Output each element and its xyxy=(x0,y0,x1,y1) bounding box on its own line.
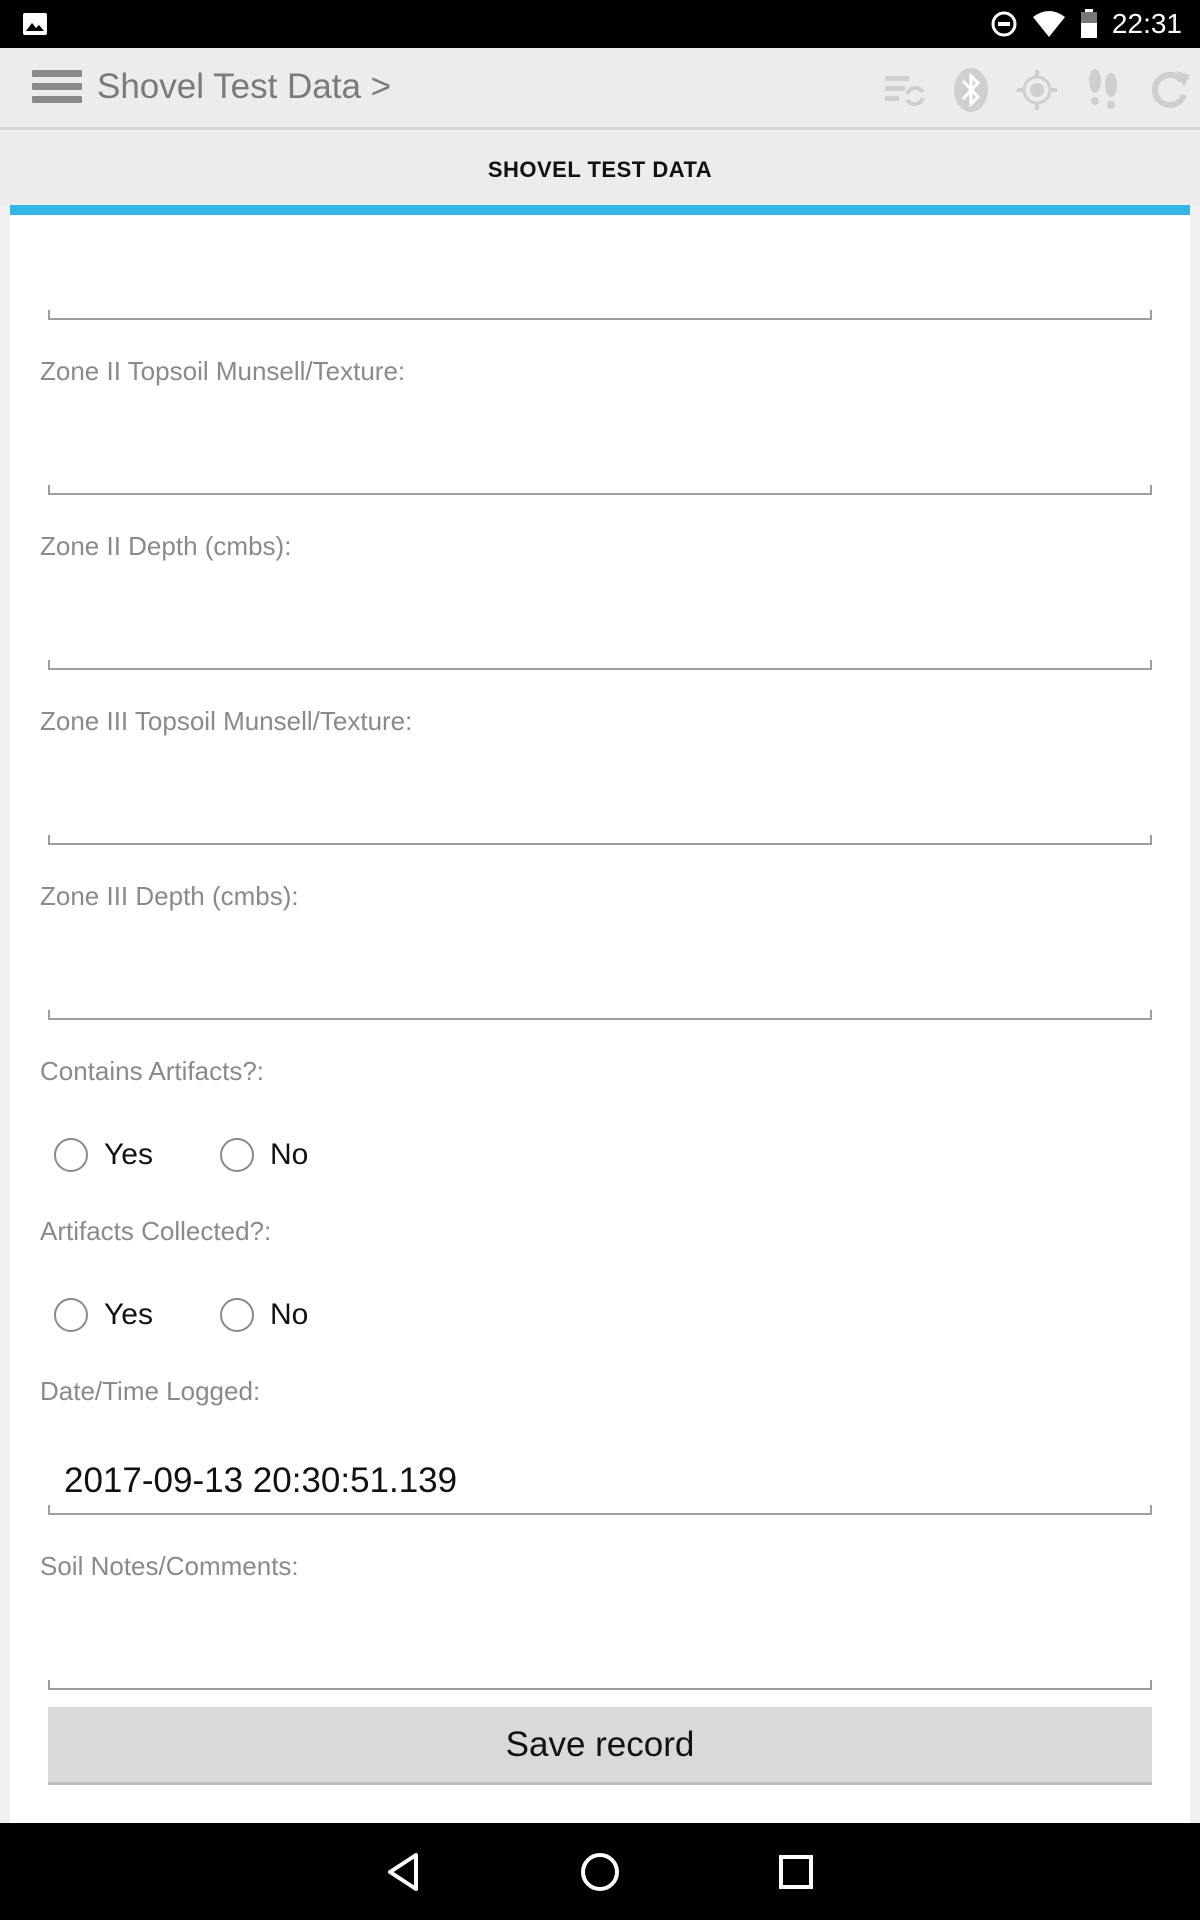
picture-icon xyxy=(23,13,47,35)
datetime-logged-label: Date/Time Logged: xyxy=(40,1376,261,1406)
navigation-bar xyxy=(0,1823,1200,1920)
status-time: 22:31 xyxy=(1111,8,1182,39)
top-field-input[interactable] xyxy=(48,310,1152,320)
sync-list-icon[interactable] xyxy=(882,67,928,113)
wifi-icon xyxy=(1032,11,1065,37)
contains-artifacts-no-label[interactable]: No xyxy=(270,1138,308,1172)
app-bar: Shovel Test Data > xyxy=(0,48,1200,130)
form-content: Zone II Topsoil Munsell/Texture: Zone II… xyxy=(10,215,1190,1823)
app-title[interactable]: Shovel Test Data > xyxy=(97,67,391,107)
zone3-depth-label: Zone III Depth (cmbs): xyxy=(40,881,299,911)
zone2-depth-input[interactable] xyxy=(48,660,1152,670)
datetime-logged-value: 2017-09-13 20:30:51.139 xyxy=(64,1461,458,1500)
tab-indicator xyxy=(10,205,1190,215)
zone2-topsoil-label: Zone II Topsoil Munsell/Texture: xyxy=(40,356,406,386)
artifacts-collected-no-radio[interactable] xyxy=(220,1298,254,1332)
zone2-topsoil-input[interactable] xyxy=(48,485,1152,495)
status-bar: 22:31 xyxy=(0,0,1200,48)
zone2-depth-label: Zone II Depth (cmbs): xyxy=(40,531,292,561)
refresh-icon[interactable] xyxy=(1146,67,1192,113)
contains-artifacts-yes-radio[interactable] xyxy=(54,1138,88,1172)
artifacts-collected-yes-label[interactable]: Yes xyxy=(104,1298,153,1332)
zone3-depth-input[interactable] xyxy=(48,1010,1152,1020)
contains-artifacts-yes-label[interactable]: Yes xyxy=(104,1138,153,1172)
footsteps-icon[interactable] xyxy=(1080,67,1126,113)
soil-notes-label: Soil Notes/Comments: xyxy=(40,1551,299,1581)
tab-shovel-test-data[interactable]: SHOVEL TEST DATA xyxy=(0,157,1200,183)
battery-icon xyxy=(1080,9,1097,38)
datetime-logged-input[interactable] xyxy=(48,1505,1152,1515)
home-icon[interactable] xyxy=(575,1847,625,1897)
artifacts-collected-label: Artifacts Collected?: xyxy=(40,1216,272,1246)
soil-notes-input[interactable] xyxy=(48,1680,1152,1690)
save-record-button[interactable]: Save record xyxy=(48,1707,1152,1785)
artifacts-collected-yes-radio[interactable] xyxy=(54,1298,88,1332)
artifacts-collected-no-label[interactable]: No xyxy=(270,1298,308,1332)
contains-artifacts-no-radio[interactable] xyxy=(220,1138,254,1172)
back-icon[interactable] xyxy=(380,1847,430,1897)
gps-icon[interactable] xyxy=(1014,67,1060,113)
tab-bar: SHOVEL TEST DATA xyxy=(0,133,1200,205)
bluetooth-icon[interactable] xyxy=(948,67,994,113)
do-not-disturb-icon xyxy=(991,11,1017,37)
recents-icon[interactable] xyxy=(771,1847,821,1897)
zone3-topsoil-label: Zone III Topsoil Munsell/Texture: xyxy=(40,706,413,736)
zone3-topsoil-input[interactable] xyxy=(48,835,1152,845)
contains-artifacts-label: Contains Artifacts?: xyxy=(40,1056,264,1086)
menu-icon[interactable] xyxy=(32,70,82,110)
